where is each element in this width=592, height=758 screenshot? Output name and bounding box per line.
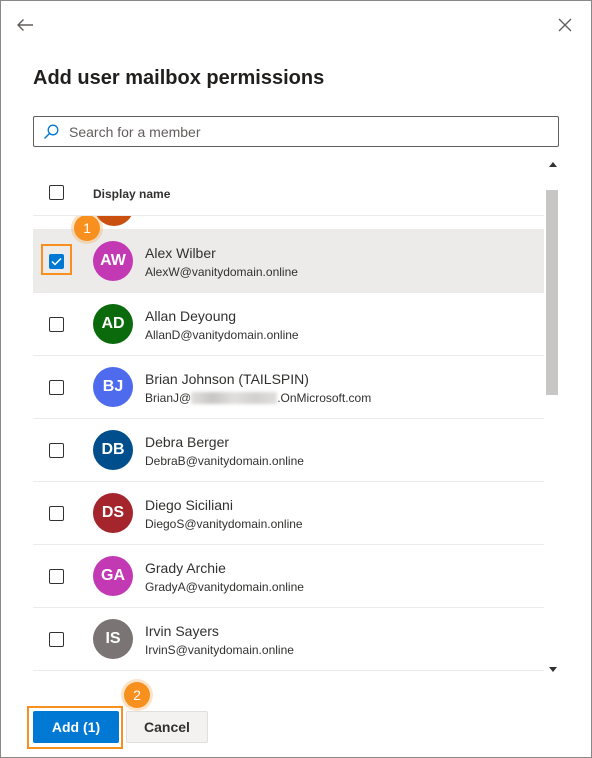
user-name: Brian Johnson (TAILSPIN) [145, 371, 309, 387]
avatar: BJ [93, 367, 133, 407]
row-checkbox[interactable] [49, 569, 64, 584]
search-input[interactable] [67, 122, 558, 141]
list-header: Display name [33, 155, 544, 216]
avatar [94, 216, 134, 226]
search-icon [43, 124, 59, 140]
table-row[interactable]: DS Diego Siciliani DiegoS@vanitydomain.o… [33, 482, 544, 545]
email-prefix: BrianJ@ [145, 391, 192, 405]
caret-up-icon [549, 161, 557, 167]
row-checkbox[interactable] [49, 632, 64, 647]
search-box[interactable] [33, 116, 559, 147]
add-button[interactable]: Add (1) [33, 711, 119, 743]
close-button[interactable] [551, 11, 579, 39]
flyout-panel: Add user mailbox permissions Display nam… [0, 0, 592, 758]
avatar: AW [93, 241, 133, 281]
avatar: GA [93, 556, 133, 596]
scroll-up-arrow[interactable] [545, 157, 561, 171]
user-email: GradyA@vanitydomain.online [145, 580, 304, 594]
user-email: DiegoS@vanitydomain.online [145, 517, 303, 531]
arrow-left-icon [17, 19, 33, 31]
table-row[interactable]: GA Grady Archie GradyA@vanitydomain.onli… [33, 545, 544, 608]
close-icon [558, 18, 572, 32]
row-checkbox[interactable] [49, 443, 64, 458]
page-title: Add user mailbox permissions [33, 67, 325, 89]
user-name: Allan Deyoung [145, 308, 237, 324]
user-email: DebraB@vanitydomain.online [145, 454, 304, 468]
user-email: AllanD@vanitydomain.online [145, 328, 299, 342]
select-all-checkbox[interactable] [49, 185, 64, 200]
table-row[interactable]: AD Allan Deyoung AllanD@vanitydomain.onl… [33, 293, 544, 356]
callout-highlight-checkbox [41, 244, 72, 275]
user-email: IrvinS@vanitydomain.online [145, 643, 294, 657]
avatar: IS [93, 619, 133, 659]
list-item-partial [33, 216, 544, 230]
avatar: DB [93, 430, 133, 470]
callout-badge-step-2: 2 [124, 682, 150, 708]
avatar: DS [93, 493, 133, 533]
callout-badge-step-1: 1 [74, 215, 100, 241]
caret-down-icon [549, 666, 557, 672]
user-name: Irvin Sayers [145, 623, 219, 639]
back-button[interactable] [11, 11, 39, 39]
cancel-button[interactable]: Cancel [126, 711, 208, 743]
email-suffix: .OnMicrosoft.com [277, 391, 372, 405]
table-row[interactable]: DB Debra Berger DebraB@vanitydomain.onli… [33, 419, 544, 482]
user-name: Diego Siciliani [145, 497, 233, 513]
user-name: Alex Wilber [145, 245, 216, 261]
redacted-text [191, 392, 278, 404]
user-email: BrianJ@ .OnMicrosoft.com [145, 391, 371, 405]
scroll-thumb[interactable] [546, 190, 558, 395]
member-list: Display name AW Alex Wilber AlexW@vanity… [33, 155, 561, 678]
row-checkbox[interactable] [49, 506, 64, 521]
list-rows: AW Alex Wilber AlexW@vanitydomain.online… [33, 216, 544, 671]
user-name: Debra Berger [145, 434, 230, 450]
scroll-down-arrow[interactable] [545, 662, 561, 676]
row-checkbox[interactable] [49, 380, 64, 395]
row-checkbox[interactable] [49, 317, 64, 332]
column-header-display-name[interactable]: Display name [93, 187, 170, 201]
avatar: AD [93, 304, 133, 344]
list-scrollbar[interactable] [545, 155, 561, 678]
user-name: Grady Archie [145, 560, 226, 576]
table-row[interactable]: BJ Brian Johnson (TAILSPIN) BrianJ@ .OnMi… [33, 356, 544, 419]
table-row[interactable]: IS Irvin Sayers IrvinS@vanitydomain.onli… [33, 608, 544, 671]
user-email: AlexW@vanitydomain.online [145, 265, 298, 279]
table-row[interactable]: AW Alex Wilber AlexW@vanitydomain.online [33, 230, 544, 293]
